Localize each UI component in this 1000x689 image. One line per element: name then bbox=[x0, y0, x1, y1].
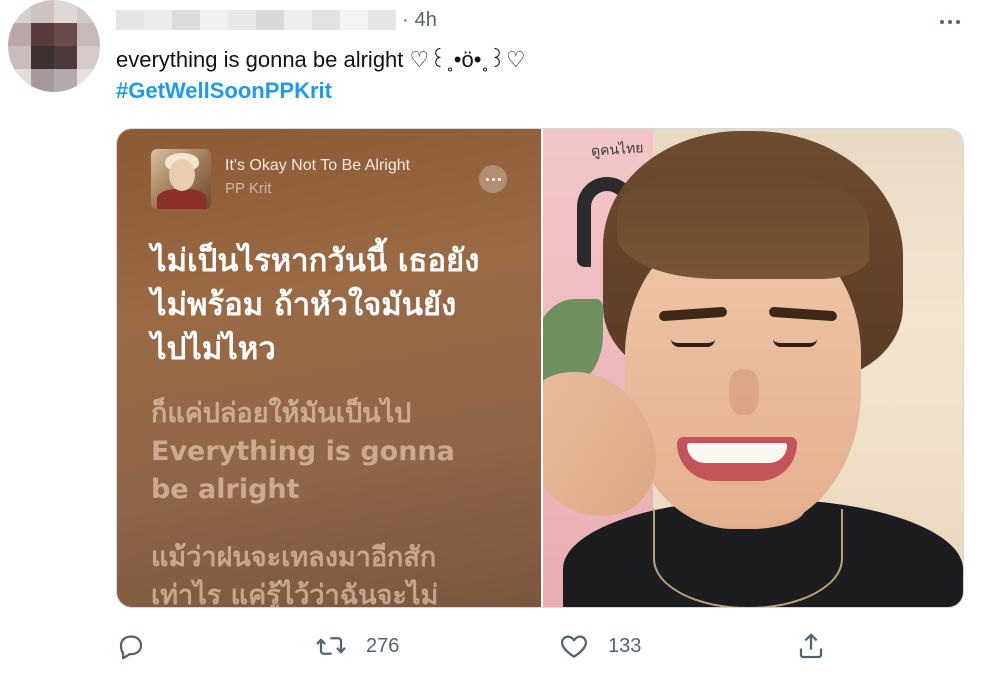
hashtag-link[interactable]: #GetWellSoonPPKrit bbox=[116, 78, 332, 104]
lyric-line: ไม่เป็นไรหากวันนี้ เธอยัง bbox=[151, 243, 480, 279]
tweet-text: everything is gonna be alright ♡꒰˳•ö•˳꒱♡ bbox=[116, 47, 526, 72]
fringe bbox=[617, 169, 869, 279]
lyrics-screenshot[interactable]: It's Okay Not To Be Alright PP Krit ไม่เ… bbox=[117, 129, 541, 607]
retweet-icon bbox=[316, 637, 346, 655]
lyrics-following: ก็แค่ปล่อยให้มันเป็นไป Everything is gon… bbox=[151, 395, 521, 509]
tweet: · 4h everything is gonna be alright ♡꒰˳•… bbox=[0, 0, 1000, 689]
song-more-icon bbox=[479, 165, 507, 193]
lyrics-current: ไม่เป็นไรหากวันนี้ เธอยัง ไม่พร้อม ถ้าหั… bbox=[151, 239, 521, 371]
reply-button[interactable] bbox=[116, 626, 146, 666]
tweet-header: · 4h bbox=[116, 6, 437, 34]
tweet-timestamp[interactable]: 4h bbox=[415, 9, 437, 32]
album-art bbox=[151, 149, 211, 209]
retweet-button[interactable]: 276 bbox=[314, 626, 399, 666]
heart-icon bbox=[561, 635, 587, 658]
lyric-line: แม้ว่าฝนจะเทลงมาอีกสัก bbox=[151, 542, 437, 573]
like-button[interactable]: 133 bbox=[558, 626, 641, 666]
lyrics-next: แม้ว่าฝนจะเทลงมาอีกสัก เท่าไร แค่รู้ไว้ว… bbox=[151, 539, 521, 607]
reply-icon bbox=[119, 635, 143, 660]
retweet-count: 276 bbox=[366, 634, 400, 657]
like-count: 133 bbox=[608, 634, 642, 657]
lyric-line: be alright bbox=[151, 474, 300, 505]
nose bbox=[729, 369, 759, 415]
lyric-line: ไม่พร้อม ถ้าหัวใจมันยัง bbox=[151, 287, 457, 323]
more-options-icon[interactable] bbox=[930, 8, 970, 36]
poster-text: ดูคนไทย bbox=[590, 139, 644, 159]
tweet-actions: 276 133 bbox=[116, 626, 836, 666]
share-icon bbox=[799, 633, 823, 659]
eye bbox=[671, 339, 715, 347]
eye bbox=[773, 339, 817, 347]
smile bbox=[677, 437, 797, 481]
header-separator: · bbox=[402, 8, 409, 31]
lyric-line: ไปไม่ไหว bbox=[151, 331, 276, 367]
avatar[interactable] bbox=[8, 0, 100, 92]
song-artist: PP Krit bbox=[225, 180, 272, 197]
share-button[interactable] bbox=[796, 626, 826, 666]
blurred-username[interactable] bbox=[116, 10, 396, 30]
lyric-line: ก็แค่ปล่อยให้มันเป็นไป bbox=[151, 398, 412, 429]
lyric-line: Everything is gonna bbox=[151, 436, 455, 467]
selfie-photo[interactable]: ดูคนไทย bbox=[543, 129, 963, 607]
tweet-media[interactable]: It's Okay Not To Be Alright PP Krit ไม่เ… bbox=[116, 128, 964, 608]
lyric-line: เท่าไร แค่รู้ไว้ว่าฉันจะไม่ bbox=[151, 580, 439, 607]
song-title: It's Okay Not To Be Alright bbox=[225, 157, 411, 174]
